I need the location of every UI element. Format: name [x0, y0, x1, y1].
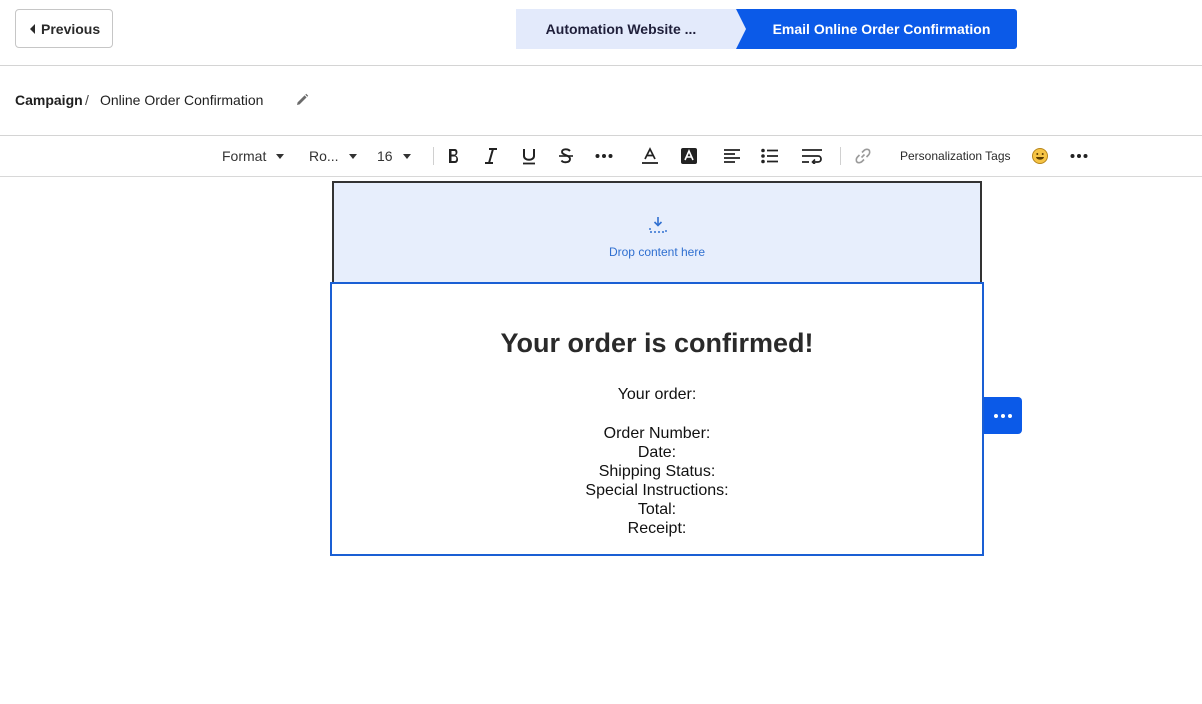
- total-field: Total:: [637, 501, 677, 518]
- align-left-icon: [724, 149, 740, 163]
- caret-left-icon: [30, 23, 35, 34]
- text-color-button[interactable]: [641, 136, 659, 176]
- font-dropdown[interactable]: Ro...: [309, 136, 357, 176]
- drop-content-label: Drop content here: [608, 245, 706, 259]
- format-dropdown[interactable]: Format: [222, 136, 285, 176]
- dot: [994, 413, 998, 418]
- bullet-list-button[interactable]: [761, 136, 779, 176]
- strikethrough-button[interactable]: [558, 136, 574, 176]
- step-automation-website[interactable]: Automation Website ...: [516, 9, 746, 49]
- bold-button[interactable]: [446, 136, 462, 176]
- drop-content-icon: [649, 217, 667, 233]
- personalization-label: Personalization Tags: [900, 149, 1011, 163]
- highlight-icon: [681, 148, 697, 164]
- font-size-dropdown[interactable]: 16: [377, 136, 411, 176]
- font-label: Ro...: [309, 148, 339, 164]
- personalization-tags-button[interactable]: Personalization Tags: [900, 136, 1011, 176]
- italic-button[interactable]: [483, 136, 499, 176]
- format-label: Format: [222, 148, 267, 164]
- block-options-button[interactable]: [984, 397, 1022, 434]
- line-height-button[interactable]: [801, 136, 823, 176]
- previous-label: Previous: [41, 20, 101, 37]
- toolbar-divider: [433, 147, 434, 165]
- line-height-icon: [802, 149, 822, 164]
- breadcrumb-campaign[interactable]: Campaign: [15, 92, 83, 108]
- breadcrumb: Campaign / Online Order Confirmation: [0, 66, 1202, 136]
- more-icon: [595, 154, 613, 158]
- overflow-icon: [1070, 154, 1088, 158]
- dot: [1001, 413, 1005, 418]
- order-confirmation-block[interactable]: Your order is confirmed! Your order: Ord…: [330, 282, 984, 556]
- link-button[interactable]: [855, 136, 871, 176]
- chevron-down-icon: [348, 153, 357, 159]
- drop-zone[interactable]: Drop content here: [332, 181, 982, 282]
- order-confirmed-heading: Your order is confirmed!: [500, 328, 814, 358]
- order-fields: Order Number: Date: Shipping Status: Spe…: [332, 424, 982, 538]
- step-email-order-confirmation[interactable]: Email Online Order Confirmation: [736, 9, 1017, 49]
- campaign-name: Online Order Confirmation: [100, 92, 264, 108]
- align-button[interactable]: [723, 136, 741, 176]
- underline-icon: [523, 149, 535, 165]
- highlight-color-button[interactable]: [680, 136, 698, 176]
- pencil-icon[interactable]: [294, 92, 310, 108]
- italic-icon: [485, 148, 497, 164]
- date-field: Date:: [637, 444, 677, 461]
- text-color-icon: [642, 147, 658, 164]
- bold-icon: [449, 149, 458, 163]
- step-tabs: Automation Website ... Email Online Orde…: [516, 9, 1017, 49]
- top-bar: Previous Automation Website ... Email On…: [0, 0, 1202, 66]
- emoji-icon: [1032, 148, 1048, 164]
- toolbar-overflow-button[interactable]: [1070, 136, 1088, 176]
- chevron-down-icon: [402, 153, 411, 159]
- receipt-field: Receipt:: [627, 520, 687, 537]
- shipping-status-field: Shipping Status:: [598, 463, 716, 480]
- dot: [1008, 413, 1012, 418]
- format-toolbar: Format Ro... 16 Personalization Tags: [0, 136, 1202, 177]
- step-label: Automation Website ...: [545, 21, 697, 37]
- underline-button[interactable]: [520, 136, 538, 176]
- bullet-list-icon: [761, 148, 778, 164]
- strikethrough-icon: [559, 148, 573, 164]
- your-order-label: Your order:: [617, 386, 697, 403]
- order-number-field: Order Number:: [603, 425, 711, 442]
- toolbar-divider: [840, 147, 841, 165]
- link-icon: [855, 148, 871, 164]
- previous-button[interactable]: Previous: [15, 9, 114, 48]
- emoji-button[interactable]: [1031, 136, 1049, 176]
- special-instructions-field: Special Instructions:: [585, 482, 729, 499]
- breadcrumb-separator: /: [85, 92, 89, 108]
- font-size-label: 16: [377, 148, 393, 164]
- chevron-down-icon: [276, 153, 285, 159]
- step-label: Email Online Order Confirmation: [772, 21, 991, 37]
- more-format-button[interactable]: [595, 136, 613, 176]
- email-canvas: Drop content here Your order is confirme…: [0, 177, 1202, 704]
